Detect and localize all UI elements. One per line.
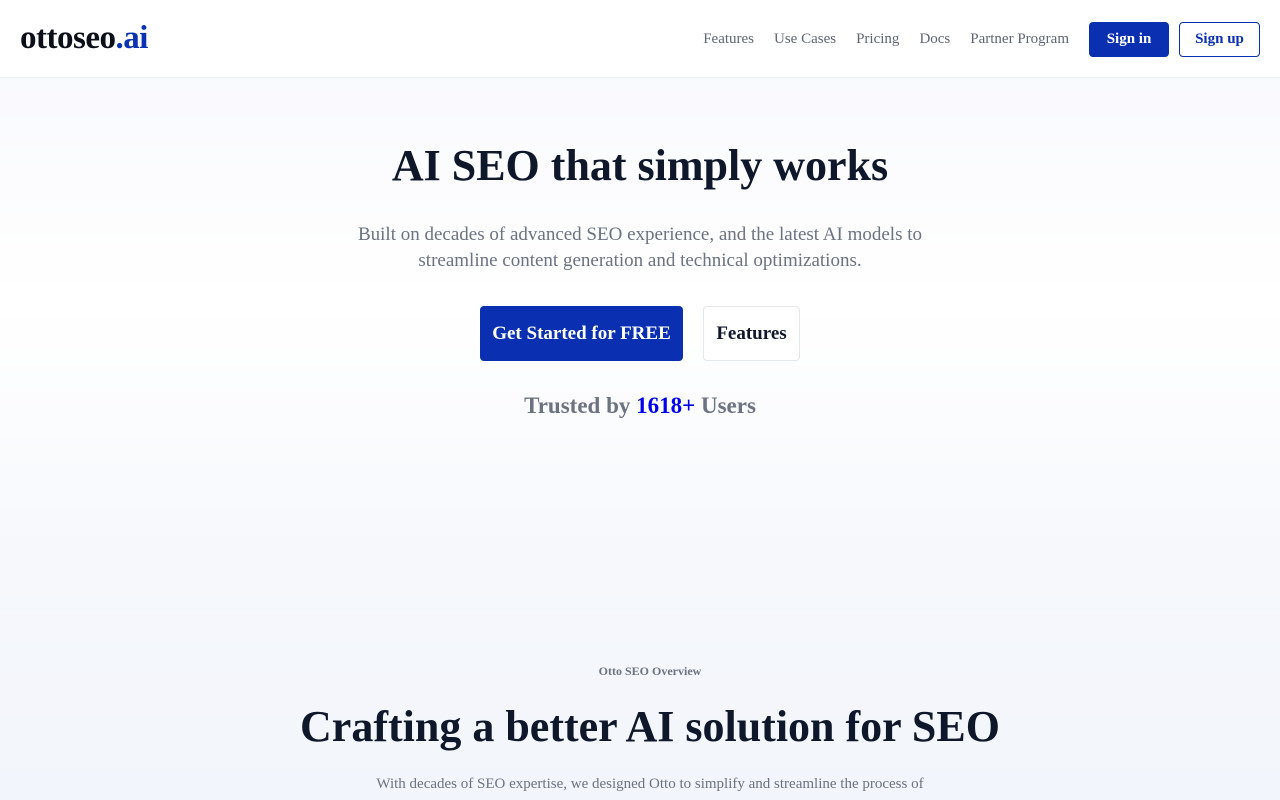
trusted-prefix: Trusted by bbox=[524, 393, 637, 418]
hero-subtitle: Built on decades of advanced SEO experie… bbox=[357, 224, 923, 271]
sign-in-button[interactable]: Sign in bbox=[1089, 22, 1169, 57]
nav-features[interactable]: Features bbox=[703, 22, 754, 57]
sign-up-button[interactable]: Sign up bbox=[1179, 22, 1260, 57]
hero-title: AI SEO that simply works bbox=[391, 141, 889, 190]
get-started-button[interactable]: Get Started for FREE bbox=[480, 306, 683, 361]
user-count: 1618+ bbox=[636, 393, 696, 418]
trusted-suffix: Users bbox=[695, 393, 756, 418]
logo-tld: .ai bbox=[115, 20, 148, 56]
overview-title: Crafting a better AI solution for SEO bbox=[300, 702, 1000, 751]
site-header: ottoseo.ai Features Use Cases Pricing Do… bbox=[0, 0, 1280, 78]
nav-partner-program[interactable]: Partner Program bbox=[970, 22, 1069, 57]
logo-name: ottoseo bbox=[20, 20, 116, 56]
nav-pricing[interactable]: Pricing bbox=[856, 22, 899, 57]
trusted-by-text: Trusted by 1618+ Users bbox=[0, 390, 1280, 422]
nav-use-cases[interactable]: Use Cases bbox=[774, 22, 836, 57]
main-nav: Features Use Cases Pricing Docs Partner … bbox=[703, 22, 1260, 57]
hero-cta-group: Get Started for FREE Features bbox=[0, 306, 1280, 361]
features-button[interactable]: Features bbox=[703, 306, 800, 361]
logo[interactable]: ottoseo.ai bbox=[20, 18, 148, 58]
overview-subtitle: With decades of SEO expertise, we design… bbox=[376, 776, 924, 792]
nav-docs[interactable]: Docs bbox=[919, 22, 950, 57]
overview-eyebrow: Otto SEO Overview bbox=[598, 664, 702, 678]
